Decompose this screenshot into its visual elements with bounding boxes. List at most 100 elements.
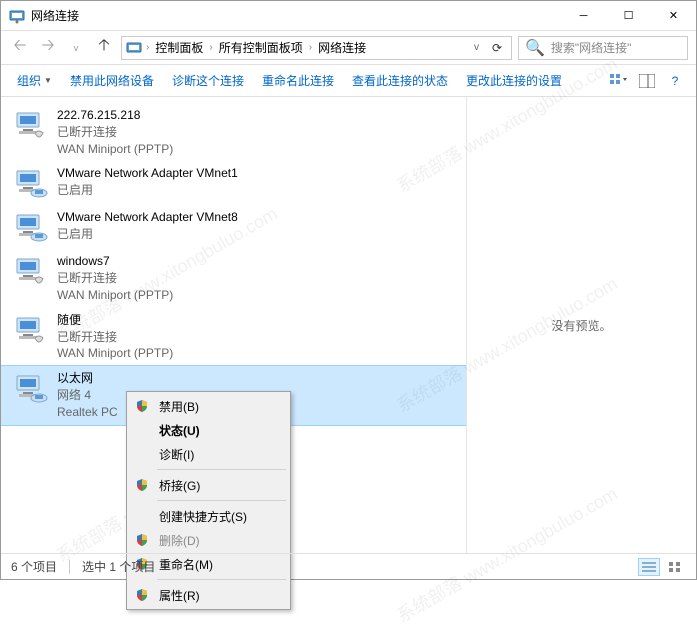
toolbar: 组织▼ 禁用此网络设备 诊断这个连接 重命名此连接 查看此连接的状态 更改此连接… [1, 65, 696, 97]
menu-item-label: 属性(R) [159, 587, 200, 604]
breadcrumb-item[interactable]: 网络连接 [316, 39, 368, 56]
search-icon: 🔍 [525, 38, 545, 58]
shield-icon [133, 531, 151, 549]
connection-text: 222.76.215.218 已断开连接 WAN Miniport (PPTP) [57, 107, 173, 157]
preview-pane: 没有预览。 [466, 97, 696, 553]
connection-icon [13, 209, 49, 245]
connection-icon [13, 253, 49, 289]
menu-item-label: 禁用(B) [159, 398, 199, 415]
connection-text: 以太网 网络 4 Realtek PC [57, 370, 118, 420]
status-bar: 6 个项目 选中 1 个项目 [1, 553, 696, 579]
search-placeholder: 搜索"网络连接" [551, 39, 632, 56]
title-bar: 网络连接 ─ ☐ ✕ [1, 1, 696, 31]
connection-text: VMware Network Adapter VMnet1 已启用 [57, 165, 238, 199]
selected-count: 选中 1 个项目 [82, 558, 155, 575]
toolbar-status[interactable]: 查看此连接的状态 [344, 68, 456, 93]
address-bar: 🡠 🡢 v 🡡 › 控制面板 › 所有控制面板项 › 网络连接 v ⟳ 🔍 搜索… [1, 31, 696, 65]
search-input[interactable]: 🔍 搜索"网络连接" [518, 36, 688, 60]
menu-item-label: 删除(D) [159, 532, 200, 549]
minimize-button[interactable]: ─ [561, 1, 606, 30]
toolbar-rename[interactable]: 重命名此连接 [254, 68, 342, 93]
window-controls: ─ ☐ ✕ [561, 1, 696, 30]
maximize-button[interactable]: ☐ [606, 1, 651, 30]
help-button[interactable]: ? [662, 70, 688, 92]
details-view-button[interactable] [638, 558, 660, 576]
window-title: 网络连接 [31, 7, 561, 24]
blank-icon [133, 421, 151, 439]
menu-item[interactable]: 诊断(I) [129, 442, 288, 466]
connection-status: 已启用 [57, 226, 238, 243]
menu-item-label: 创建快捷方式(S) [159, 508, 247, 525]
connection-item[interactable]: 222.76.215.218 已断开连接 WAN Miniport (PPTP) [1, 103, 466, 161]
refresh-button[interactable]: ⟳ [487, 41, 507, 55]
toolbar-settings[interactable]: 更改此连接的设置 [458, 68, 570, 93]
back-button[interactable]: 🡠 [9, 37, 31, 59]
breadcrumb-item[interactable]: 所有控制面板项 [217, 39, 305, 56]
view-options-button[interactable] [606, 70, 632, 92]
connection-icon [13, 312, 49, 348]
connection-device: WAN Miniport (PPTP) [57, 141, 173, 158]
connection-name: 222.76.215.218 [57, 107, 173, 124]
breadcrumb-item[interactable]: 控制面板 [153, 39, 205, 56]
connection-status: 已断开连接 [57, 124, 173, 141]
connection-device: Realtek PC [57, 404, 118, 421]
menu-separator [157, 469, 286, 470]
menu-item-label: 诊断(I) [159, 446, 194, 463]
organize-menu[interactable]: 组织▼ [9, 68, 60, 93]
shield-icon [133, 476, 151, 494]
connection-device: WAN Miniport (PPTP) [57, 287, 173, 304]
connection-icon [13, 107, 49, 143]
toolbar-diagnose[interactable]: 诊断这个连接 [164, 68, 252, 93]
connection-icon [13, 370, 49, 406]
menu-item[interactable]: 禁用(B) [129, 394, 288, 418]
blank-icon [133, 507, 151, 525]
connection-name: VMware Network Adapter VMnet1 [57, 165, 238, 182]
content-area: 222.76.215.218 已断开连接 WAN Miniport (PPTP)… [1, 97, 696, 553]
icons-view-button[interactable] [664, 558, 686, 576]
menu-item: 删除(D) [129, 528, 288, 552]
blank-icon [133, 445, 151, 463]
connection-status: 已断开连接 [57, 329, 173, 346]
item-count: 6 个项目 [11, 558, 57, 575]
breadcrumb-separator: › [309, 42, 312, 53]
connection-item[interactable]: windows7 已断开连接 WAN Miniport (PPTP) [1, 249, 466, 307]
connection-name: 随便 [57, 312, 173, 329]
connection-text: 随便 已断开连接 WAN Miniport (PPTP) [57, 312, 173, 362]
connection-icon [13, 165, 49, 201]
shield-icon [133, 586, 151, 604]
connection-name: 以太网 [57, 370, 118, 387]
connection-text: VMware Network Adapter VMnet8 已启用 [57, 209, 238, 243]
menu-separator [157, 500, 286, 501]
history-dropdown[interactable]: v [65, 37, 87, 59]
breadcrumb-separator: › [146, 42, 149, 53]
connection-item[interactable]: 随便 已断开连接 WAN Miniport (PPTP) [1, 308, 466, 366]
menu-item[interactable]: 创建快捷方式(S) [129, 504, 288, 528]
connection-status: 网络 4 [57, 387, 118, 404]
up-button[interactable]: 🡡 [93, 37, 115, 59]
connection-text: windows7 已断开连接 WAN Miniport (PPTP) [57, 253, 173, 303]
location-icon [126, 40, 142, 56]
connection-device: WAN Miniport (PPTP) [57, 345, 173, 362]
menu-item-label: 状态(U) [159, 422, 200, 439]
no-preview-text: 没有预览。 [551, 317, 611, 334]
menu-item[interactable]: 桥接(G) [129, 473, 288, 497]
menu-item-label: 桥接(G) [159, 477, 200, 494]
menu-item[interactable]: 状态(U) [129, 418, 288, 442]
connection-status: 已启用 [57, 182, 238, 199]
connection-status: 已断开连接 [57, 270, 173, 287]
address-dropdown[interactable]: v [470, 42, 483, 53]
connection-item[interactable]: VMware Network Adapter VMnet1 已启用 [1, 161, 466, 205]
menu-item[interactable]: 属性(R) [129, 583, 288, 607]
preview-pane-button[interactable] [634, 70, 660, 92]
forward-button[interactable]: 🡢 [37, 37, 59, 59]
shield-icon [133, 397, 151, 415]
address-box[interactable]: › 控制面板 › 所有控制面板项 › 网络连接 v ⟳ [121, 36, 512, 60]
connection-name: VMware Network Adapter VMnet8 [57, 209, 238, 226]
status-separator [69, 560, 70, 574]
breadcrumb-separator: › [209, 42, 212, 53]
close-button[interactable]: ✕ [651, 1, 696, 30]
toolbar-disable[interactable]: 禁用此网络设备 [62, 68, 162, 93]
connection-name: windows7 [57, 253, 173, 270]
window-icon [9, 8, 25, 24]
connection-item[interactable]: VMware Network Adapter VMnet8 已启用 [1, 205, 466, 249]
